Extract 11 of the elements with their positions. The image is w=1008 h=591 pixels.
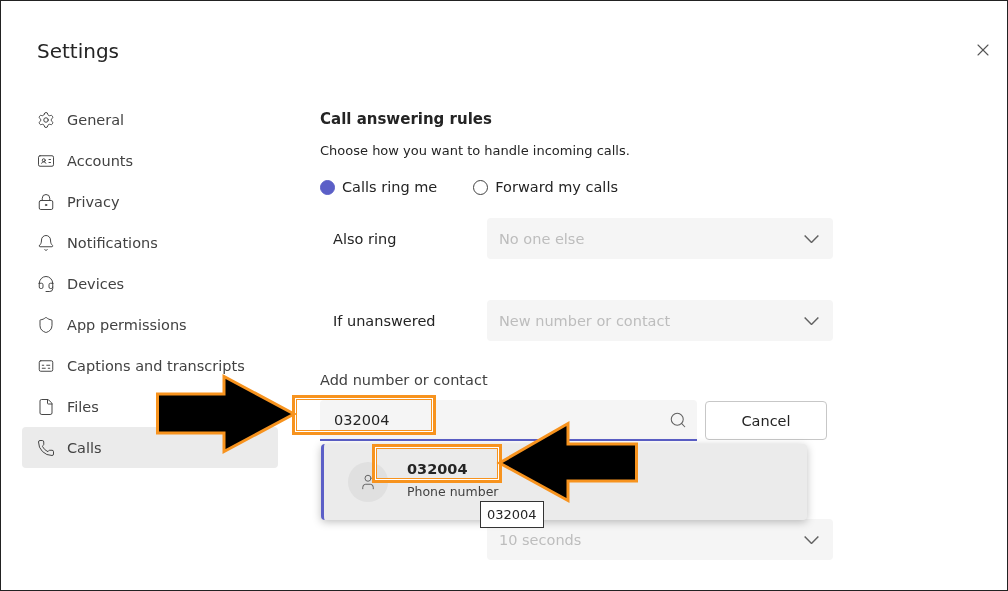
section-title: Call answering rules bbox=[320, 109, 493, 130]
rule-label: If unanswered bbox=[332, 312, 437, 329]
radio-label: Forward my calls bbox=[495, 179, 618, 195]
dialog-title: Settings bbox=[37, 38, 120, 65]
tooltip: 032004 bbox=[480, 501, 544, 528]
suggestion-name: 032004 bbox=[407, 460, 469, 478]
section-description: Choose how you want to handle incoming calls. bbox=[320, 142, 631, 160]
field-label: Add number or contact bbox=[320, 371, 489, 390]
suggestion-detail: Phone number bbox=[407, 484, 499, 500]
radio-label: Calls ring me bbox=[342, 179, 438, 195]
rule-label: Also ring bbox=[332, 230, 398, 247]
